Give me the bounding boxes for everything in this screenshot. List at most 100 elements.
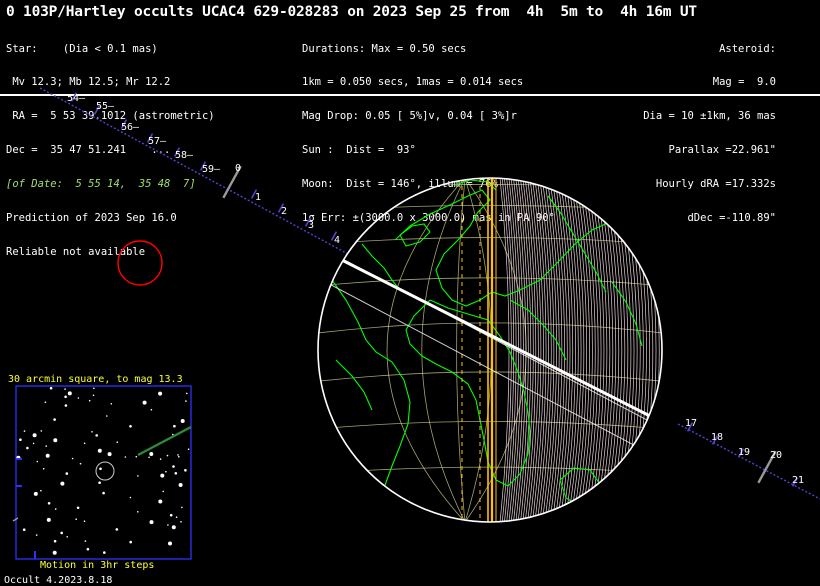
hatch-line [547, 178, 559, 522]
hatch-line [645, 178, 662, 522]
hatch-line [658, 178, 676, 522]
inset-star [188, 448, 190, 450]
inset-caption: Motion in 3hr steps [40, 560, 154, 571]
inset-star [168, 542, 172, 546]
motion-tick-label: 20 [770, 450, 782, 461]
inset-star [65, 404, 68, 407]
inset-star [95, 434, 98, 437]
hatch-line [612, 178, 628, 522]
inset-star [111, 403, 113, 405]
hatch-line [542, 178, 554, 522]
latitude-line [336, 421, 643, 427]
inset-star [34, 492, 38, 496]
hatch-line [677, 178, 696, 522]
coastline [336, 360, 372, 410]
inset-star [84, 443, 86, 445]
inset-star [106, 415, 108, 417]
inset-star [137, 511, 139, 513]
motion-tick-label: 4 [334, 235, 340, 246]
star-chart-inset [13, 386, 191, 559]
hatch-line [633, 178, 650, 522]
inset-star [78, 397, 80, 399]
inset-star [26, 447, 29, 450]
inset-star [181, 507, 183, 509]
hatch-line [697, 178, 717, 522]
inset-star [129, 425, 132, 428]
hatch-line [670, 178, 688, 522]
inset-star [37, 461, 39, 463]
coastline [362, 244, 400, 290]
hatch-line [636, 178, 653, 522]
inset-star [77, 507, 80, 510]
inset-star [158, 500, 162, 504]
motion-tick-label: 18 [711, 432, 723, 443]
inset-star [33, 433, 37, 437]
inset-star [99, 468, 102, 471]
hatch-line [639, 178, 656, 522]
hatch-line [540, 178, 552, 522]
inset-star [93, 395, 95, 397]
inset-star [85, 540, 87, 542]
inset-star [102, 492, 105, 495]
inset-star [125, 456, 127, 458]
inset-star [151, 409, 153, 411]
inset-star [41, 430, 43, 432]
inset-star [64, 388, 66, 390]
inset-star [148, 457, 150, 459]
hatch-line [690, 178, 709, 522]
motion-tick-label: 57– [148, 136, 167, 147]
inset-star [47, 518, 51, 522]
inset-star [172, 465, 175, 468]
motion-tick-label: 17 [685, 418, 697, 429]
inset-star [45, 401, 47, 403]
inset-star [75, 518, 77, 520]
inset-star [108, 452, 112, 456]
hatch-line [535, 178, 546, 522]
inset-star [178, 456, 180, 458]
inset-star [54, 540, 57, 543]
hatch-line [615, 178, 631, 522]
inset-star [167, 455, 169, 457]
earth-globe [318, 178, 727, 522]
inset-star [23, 528, 26, 531]
hatch-line [664, 178, 682, 522]
inset-star [103, 551, 106, 554]
hatch-line [545, 178, 557, 522]
hatch-line [584, 178, 598, 522]
inset-star [72, 458, 74, 460]
hatch-line [502, 178, 511, 522]
hatch-line [693, 178, 713, 522]
inset-star [116, 528, 119, 531]
hatch-line [530, 178, 541, 522]
inset-star [45, 445, 47, 447]
inset-star [64, 396, 67, 399]
inset-star [179, 483, 183, 487]
inset-star [91, 431, 93, 433]
hatch-line [707, 178, 727, 522]
hatch-line [627, 178, 643, 522]
inset-star [55, 508, 57, 510]
hatch-line [655, 178, 673, 522]
hatch-line [642, 178, 659, 522]
hatch-line [648, 178, 665, 522]
latitude-line [321, 372, 659, 381]
inset-star [53, 551, 57, 555]
inset-star [66, 536, 68, 538]
inset-star [60, 482, 64, 486]
inset-star [98, 481, 101, 484]
coastline [400, 224, 430, 246]
hatch-line [500, 178, 509, 522]
motion-tick-label: 59– [202, 164, 221, 175]
inset-star [176, 516, 178, 518]
inset-star [50, 387, 53, 390]
inset-star [136, 456, 138, 458]
inset-star [36, 534, 38, 536]
inset-star [93, 388, 95, 390]
inset-star [137, 475, 139, 477]
inset-star [172, 525, 176, 529]
inset-star [177, 454, 179, 456]
motion-tick-label: 55– [96, 101, 115, 112]
inset-star [33, 443, 35, 445]
motion-tick-label: 19 [738, 447, 750, 458]
inset-star [53, 418, 56, 421]
